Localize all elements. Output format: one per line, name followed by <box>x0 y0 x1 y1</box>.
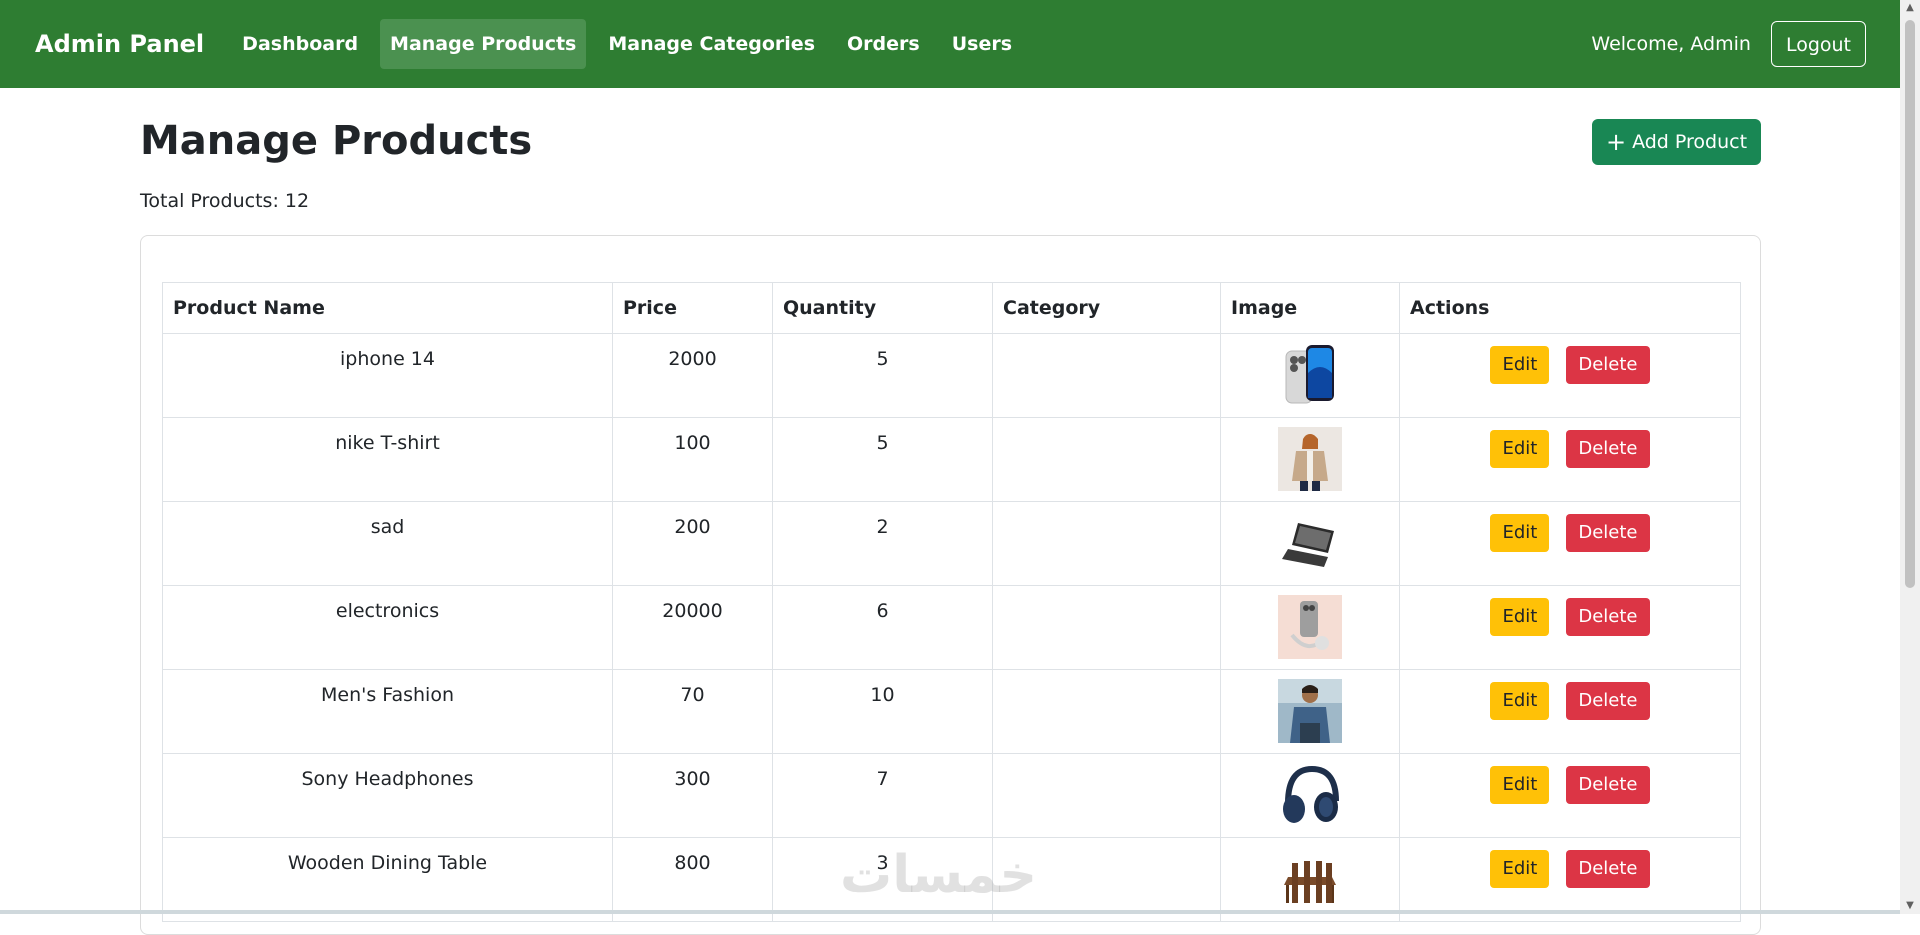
nav-links: Dashboard Manage Products Manage Categor… <box>232 0 1034 88</box>
cell-actions: Edit Delete <box>1399 417 1741 502</box>
delete-button[interactable]: Delete <box>1566 346 1650 384</box>
cell-price: 300 <box>612 753 773 838</box>
laptop-image <box>1278 511 1342 575</box>
cell-product-name: electronics <box>162 585 613 670</box>
cell-quantity: 7 <box>772 753 993 838</box>
edit-button[interactable]: Edit <box>1490 598 1550 636</box>
edit-button[interactable]: Edit <box>1490 850 1550 888</box>
cell-price: 70 <box>612 669 773 754</box>
header-quantity: Quantity <box>772 282 993 334</box>
header-image: Image <box>1220 282 1400 334</box>
scroll-down-arrow-icon[interactable]: ▼ <box>1900 898 1920 914</box>
cell-image <box>1220 585 1400 670</box>
cell-actions: Edit Delete <box>1399 501 1741 586</box>
cell-category <box>992 753 1221 838</box>
cell-price: 100 <box>612 417 773 502</box>
cell-image <box>1220 669 1400 754</box>
cell-actions: Edit Delete <box>1399 837 1741 922</box>
cell-quantity: 2 <box>772 501 993 586</box>
header-product-name: Product Name <box>162 282 613 334</box>
edit-button[interactable]: Edit <box>1490 346 1550 384</box>
jacket-woman-image <box>1278 427 1342 491</box>
cell-product-name: nike T-shirt <box>162 417 613 502</box>
cell-product-name: sad <box>162 501 613 586</box>
headphones-image <box>1278 763 1342 827</box>
nav-link-dashboard[interactable]: Dashboard <box>232 19 368 69</box>
scroll-thumb[interactable] <box>1905 20 1915 588</box>
vertical-scrollbar[interactable]: ▲ ▼ <box>1900 0 1920 914</box>
top-navbar: Admin Panel Dashboard Manage Products Ma… <box>0 0 1900 88</box>
cell-product-name: Men's Fashion <box>162 669 613 754</box>
cell-quantity: 5 <box>772 333 993 418</box>
page-title: Manage Products <box>140 118 533 164</box>
scroll-up-arrow-icon[interactable]: ▲ <box>1900 0 1920 16</box>
cell-product-name: Sony Headphones <box>162 753 613 838</box>
add-product-button[interactable]: + Add Product <box>1592 119 1761 165</box>
table-row: electronics 20000 6 Edit Delete <box>162 585 1741 670</box>
cell-category <box>992 501 1221 586</box>
cell-image <box>1220 333 1400 418</box>
cell-actions: Edit Delete <box>1399 753 1741 838</box>
nav-link-manage-categories[interactable]: Manage Categories <box>598 19 825 69</box>
header-actions: Actions <box>1399 282 1741 334</box>
cell-product-name: Wooden Dining Table <box>162 837 613 922</box>
welcome-text: Welcome, Admin <box>1591 33 1751 55</box>
cell-category <box>992 417 1221 502</box>
products-table: Product Name Price Quantity Category Ima… <box>162 282 1741 922</box>
cell-image <box>1220 753 1400 838</box>
cell-actions: Edit Delete <box>1399 333 1741 418</box>
delete-button[interactable]: Delete <box>1566 766 1650 804</box>
edit-button[interactable]: Edit <box>1490 682 1550 720</box>
cell-category <box>992 669 1221 754</box>
cell-price: 2000 <box>612 333 773 418</box>
edit-button[interactable]: Edit <box>1490 766 1550 804</box>
cell-price: 200 <box>612 501 773 586</box>
cell-actions: Edit Delete <box>1399 669 1741 754</box>
cell-quantity: 5 <box>772 417 993 502</box>
cell-actions: Edit Delete <box>1399 585 1741 670</box>
table-row: iphone 14 2000 5 Edit Delete <box>162 333 1741 418</box>
phone-image <box>1278 343 1342 407</box>
nav-link-orders[interactable]: Orders <box>837 19 930 69</box>
header-price: Price <box>612 282 773 334</box>
table-header-row: Product Name Price Quantity Category Ima… <box>162 282 1741 334</box>
cell-price: 20000 <box>612 585 773 670</box>
logout-button[interactable]: Logout <box>1770 21 1866 67</box>
cell-image <box>1220 501 1400 586</box>
cell-image <box>1220 837 1400 922</box>
table-row: sad 200 2 Edit Delete <box>162 501 1741 586</box>
total-products: Total Products: 12 <box>140 190 310 212</box>
cell-quantity: 3 <box>772 837 993 922</box>
phone-accessories-image <box>1278 595 1342 659</box>
cell-category <box>992 333 1221 418</box>
cell-category <box>992 585 1221 670</box>
edit-button[interactable]: Edit <box>1490 514 1550 552</box>
dining-table-image <box>1278 847 1342 911</box>
cell-quantity: 6 <box>772 585 993 670</box>
delete-button[interactable]: Delete <box>1566 682 1650 720</box>
cell-quantity: 10 <box>772 669 993 754</box>
delete-button[interactable]: Delete <box>1566 430 1650 468</box>
brand-logo[interactable]: Admin Panel <box>35 30 204 58</box>
header-category: Category <box>992 282 1221 334</box>
table-row: Men's Fashion 70 10 Edit Delete <box>162 669 1741 754</box>
bottom-edge <box>0 910 1900 914</box>
cell-price: 800 <box>612 837 773 922</box>
man-fashion-image <box>1278 679 1342 743</box>
cell-image <box>1220 417 1400 502</box>
table-row: Wooden Dining Table 800 3 Edit Delete <box>162 837 1741 922</box>
cell-category <box>992 837 1221 922</box>
edit-button[interactable]: Edit <box>1490 430 1550 468</box>
table-row: Sony Headphones 300 7 Edit Delete <box>162 753 1741 838</box>
delete-button[interactable]: Delete <box>1566 514 1650 552</box>
plus-icon: + <box>1605 128 1627 156</box>
add-product-label: Add Product <box>1632 131 1748 153</box>
delete-button[interactable]: Delete <box>1566 598 1650 636</box>
table-row: nike T-shirt 100 5 Edit Delete <box>162 417 1741 502</box>
nav-link-users[interactable]: Users <box>942 19 1022 69</box>
nav-user-area: Welcome, Admin Logout <box>1591 21 1866 67</box>
cell-product-name: iphone 14 <box>162 333 613 418</box>
nav-link-manage-products[interactable]: Manage Products <box>380 19 587 69</box>
delete-button[interactable]: Delete <box>1566 850 1650 888</box>
